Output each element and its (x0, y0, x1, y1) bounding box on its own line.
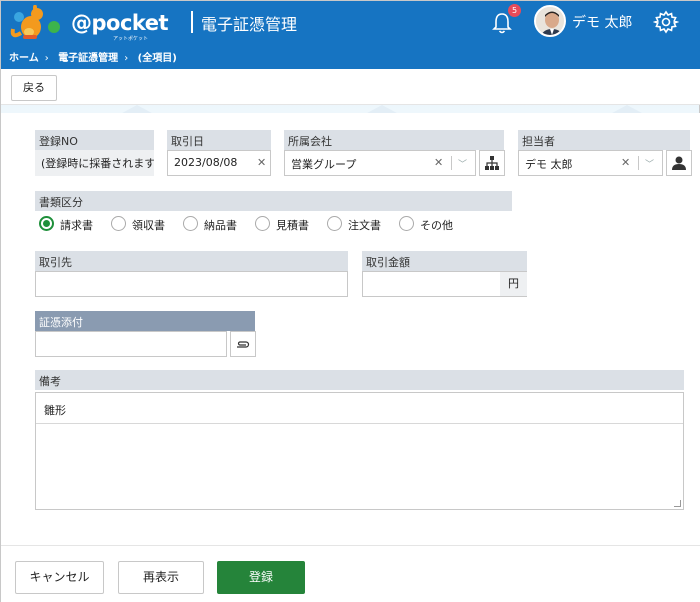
amount-suffix: 円 (500, 272, 527, 296)
resize-handle-icon[interactable] (674, 500, 681, 507)
radio-dot (111, 216, 126, 231)
person-label: 担当者 (518, 130, 690, 150)
radio-label: その他 (420, 219, 453, 232)
refresh-button[interactable]: 再表示 (118, 561, 204, 594)
person-select[interactable]: デモ 太郎 (518, 150, 663, 176)
company-select[interactable]: 営業グループ (284, 150, 476, 176)
amount-label: 取引金額 (362, 251, 527, 271)
reg-no-label: 登録NO (35, 130, 154, 150)
back-button[interactable]: 戻る (11, 75, 57, 101)
clear-date-icon[interactable]: ✕ (257, 156, 266, 169)
logo-text: @pocket (71, 11, 169, 35)
org-tree-button[interactable] (479, 150, 505, 176)
company-value: 営業グループ (291, 158, 357, 171)
breadcrumb: ホーム › 電子証憑管理 › (全項目) (1, 43, 700, 69)
window: @pocket アットポケット 電子証憑管理 5 デモ 太郎 ホーム › 電子証… (0, 0, 700, 602)
chevron-right-icon: › (124, 53, 129, 64)
user-name[interactable]: デモ 太郎 (572, 12, 632, 32)
chevron-down-icon[interactable]: ﹀ (645, 157, 654, 170)
radio-dot (255, 216, 270, 231)
footer-bar: キャンセル 再表示 登録 (1, 545, 700, 602)
radio-label: 注文書 (348, 219, 381, 232)
breadcrumb-current: (全項目) (137, 53, 177, 64)
radio-label: 領収書 (132, 219, 165, 232)
app-logo[interactable]: @pocket アットポケット (9, 4, 169, 42)
note-textarea[interactable]: 雛形 (35, 392, 684, 510)
chevron-right-icon: › (44, 53, 49, 64)
paperclip-icon (237, 341, 250, 348)
trade-date-label: 取引日 (167, 130, 271, 150)
company-label: 所属会社 (284, 130, 504, 150)
client-input[interactable] (35, 271, 348, 297)
person-icon (672, 156, 686, 170)
app-title: 電子証憑管理 (201, 15, 298, 34)
kangaroo-logo-icon (10, 4, 60, 39)
radio-dot (183, 216, 198, 231)
clear-company-icon[interactable]: ✕ (434, 156, 443, 169)
chevron-down-icon[interactable]: ﹀ (458, 157, 467, 170)
breadcrumb-module[interactable]: 電子証憑管理 (58, 53, 118, 64)
attachment-label: 証憑添付 (35, 311, 255, 331)
logo-subtext: アットポケット (113, 36, 149, 42)
trade-date-input[interactable]: 2023/08/08 (167, 150, 271, 176)
notification-badge: 5 (508, 4, 521, 17)
attach-button[interactable] (230, 331, 256, 357)
cancel-button[interactable]: キャンセル (15, 561, 104, 594)
trade-date-value: 2023/08/08 (174, 156, 238, 169)
radio-label: 請求書 (60, 219, 93, 232)
radio-dot (327, 216, 342, 231)
client-label: 取引先 (35, 251, 348, 271)
doc-type-label: 書類区分 (35, 191, 512, 211)
radio-label: 見積書 (276, 219, 309, 232)
user-photo-icon (536, 7, 564, 35)
user-pick-button[interactable] (666, 150, 692, 176)
gear-icon[interactable] (653, 9, 679, 35)
radio-label: 納品書 (204, 219, 237, 232)
toolbar: 戻る (1, 69, 700, 105)
header-divider (191, 11, 193, 33)
note-divider (36, 423, 683, 424)
separator (638, 156, 639, 170)
reg-no-value: (登録時に採番されます (35, 150, 154, 176)
avatar[interactable] (534, 5, 566, 37)
breadcrumb-home[interactable]: ホーム (9, 53, 39, 64)
person-value: デモ 太郎 (525, 158, 573, 171)
radio-dot-selected (39, 216, 54, 231)
radio-dot (399, 216, 414, 231)
clear-person-icon[interactable]: ✕ (621, 156, 630, 169)
note-value: 雛形 (44, 404, 66, 417)
submit-button[interactable]: 登録 (217, 561, 305, 594)
separator (451, 156, 452, 170)
app-header: @pocket アットポケット 電子証憑管理 5 デモ 太郎 (1, 1, 700, 43)
org-chart-icon (485, 156, 499, 170)
note-label: 備考 (35, 370, 684, 390)
attachment-input[interactable] (35, 331, 227, 357)
